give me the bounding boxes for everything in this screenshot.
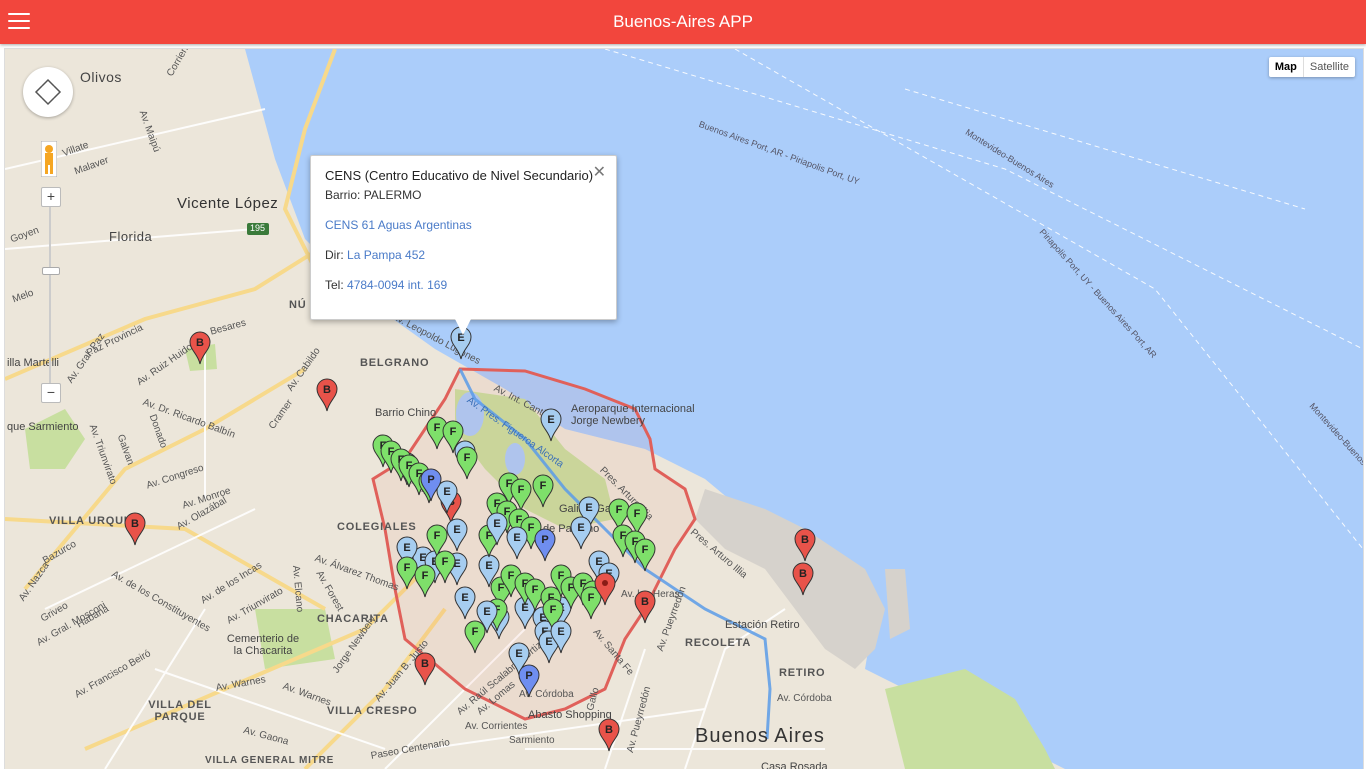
map-marker-letter: F [404, 562, 411, 574]
map-marker-letter: F [642, 544, 649, 556]
zoom-out-button[interactable]: − [41, 383, 61, 403]
map-marker[interactable]: B [794, 528, 816, 562]
address-link[interactable]: La Pampa 452 [347, 248, 425, 262]
zoom-in-button[interactable]: + [41, 187, 61, 207]
map-marker[interactable]: B [792, 562, 814, 596]
map-marker-letter: P [525, 670, 532, 682]
map-marker-letter: E [513, 532, 520, 544]
markers-layer: BBBBBBBBBEEEEEEEEEEEEEEEEEEEEEFFFFFFFFFF… [124, 326, 816, 752]
map-marker-letter: F [450, 426, 457, 438]
phone-link[interactable]: 4784-0094 int. 169 [347, 278, 447, 292]
map-marker-letter: E [403, 542, 410, 554]
map-marker-letter: E [443, 486, 450, 498]
map-marker[interactable]: F [456, 446, 478, 480]
map-marker[interactable]: B [598, 718, 620, 752]
map-marker[interactable]: B [634, 590, 656, 624]
map-marker-letter: F [550, 604, 557, 616]
map-marker[interactable]: E [570, 516, 592, 550]
map-marker[interactable]: F [434, 550, 456, 584]
map-marker-letter: F [634, 508, 641, 520]
map-marker-letter: E [485, 560, 492, 572]
map-marker-letter: B [605, 724, 613, 736]
map-marker-letter: E [453, 524, 460, 536]
map-marker-letter: E [577, 522, 584, 534]
info-window-title: CENS (Centro Educativo de Nivel Secundar… [325, 168, 594, 183]
info-window-school-link[interactable]: CENS 61 Aguas Argentinas [325, 218, 472, 232]
map-marker-letter: B [801, 534, 809, 546]
map-marker[interactable]: E [446, 518, 468, 552]
info-window-tail [455, 319, 471, 335]
map-marker[interactable]: E [454, 586, 476, 620]
map-marker-letter: P [541, 534, 548, 546]
pan-arrows-icon [34, 78, 62, 106]
map-marker-letter: E [585, 502, 592, 514]
info-window-address: Dir: La Pampa 452 [325, 248, 425, 262]
map-marker-letter: P [427, 474, 434, 486]
map-marker-letter: F [540, 480, 547, 492]
map-marker[interactable]: P [518, 664, 540, 698]
map-marker-letter: B [131, 518, 139, 530]
map-type-control: Map Satellite [1268, 57, 1355, 77]
map-marker-letter: F [464, 452, 471, 464]
map-marker-letter: F [434, 422, 441, 434]
map-marker-letter: F [616, 504, 623, 516]
map-marker-letter: E [461, 592, 468, 604]
map-marker-letter: E [493, 518, 500, 530]
map-marker-letter: F [434, 530, 441, 542]
map-marker[interactable]: F [464, 620, 486, 654]
map-marker[interactable]: F [396, 556, 418, 590]
map-marker[interactable]: F [532, 474, 554, 508]
zoom-slider-handle[interactable] [42, 267, 60, 275]
map-marker[interactable]: B [189, 331, 211, 365]
map-marker-letter: E [547, 414, 554, 426]
map-marker[interactable]: B [124, 512, 146, 546]
map-marker[interactable]: E [540, 408, 562, 442]
map-marker-letter: F [532, 584, 539, 596]
app-title: Buenos-Aires APP [613, 12, 753, 31]
tel-label: Tel: [325, 278, 344, 292]
pegman-icon[interactable] [40, 140, 58, 178]
map-canvas[interactable]: Olivos Vicente López Florida BELGRANO Ba… [4, 48, 1364, 769]
info-window-phone: Tel: 4784-0094 int. 169 [325, 278, 447, 292]
map-marker[interactable]: B [414, 652, 436, 686]
map-marker-letter: F [498, 582, 505, 594]
map-marker-letter: B [196, 337, 204, 349]
map-marker-letter: F [518, 484, 525, 496]
map-marker-letter: E [515, 648, 522, 660]
map-marker-letter: F [472, 626, 479, 638]
map-marker-letter: B [641, 596, 649, 608]
info-window-barrio: Barrio: PALERMO [325, 188, 421, 202]
zoom-track[interactable] [49, 197, 51, 387]
map-marker[interactable]: E [506, 526, 528, 560]
map-marker-letter: F [508, 570, 515, 582]
map-marker-letter: E [557, 626, 564, 638]
map-marker-letter: F [588, 592, 595, 604]
app-bar: Buenos-Aires APP [0, 0, 1366, 44]
map-marker-letter: E [483, 606, 490, 618]
map-marker[interactable]: F [634, 538, 656, 572]
info-window: CENS (Centro Educativo de Nivel Secundar… [310, 155, 617, 335]
map-marker-letter: B [323, 384, 331, 396]
map-marker[interactable]: B [316, 378, 338, 412]
dir-label: Dir: [325, 248, 344, 262]
map-marker-letter: F [528, 522, 535, 534]
map-marker[interactable]: P [534, 528, 556, 562]
pan-control[interactable] [23, 67, 73, 117]
map-marker-letter: E [545, 636, 552, 648]
map-marker-letter: B [799, 568, 807, 580]
map-marker-letter: F [422, 570, 429, 582]
map-type-satellite-button[interactable]: Satellite [1302, 57, 1355, 77]
map-marker-letter: B [421, 658, 429, 670]
barrio-value: PALERMO [363, 188, 422, 202]
barrio-label: Barrio: [325, 188, 361, 202]
map-marker-letter: F [442, 556, 449, 568]
close-icon[interactable]: ✕ [593, 162, 606, 182]
map-marker[interactable]: F [414, 564, 436, 598]
map-type-map-button[interactable]: Map [1269, 57, 1303, 77]
